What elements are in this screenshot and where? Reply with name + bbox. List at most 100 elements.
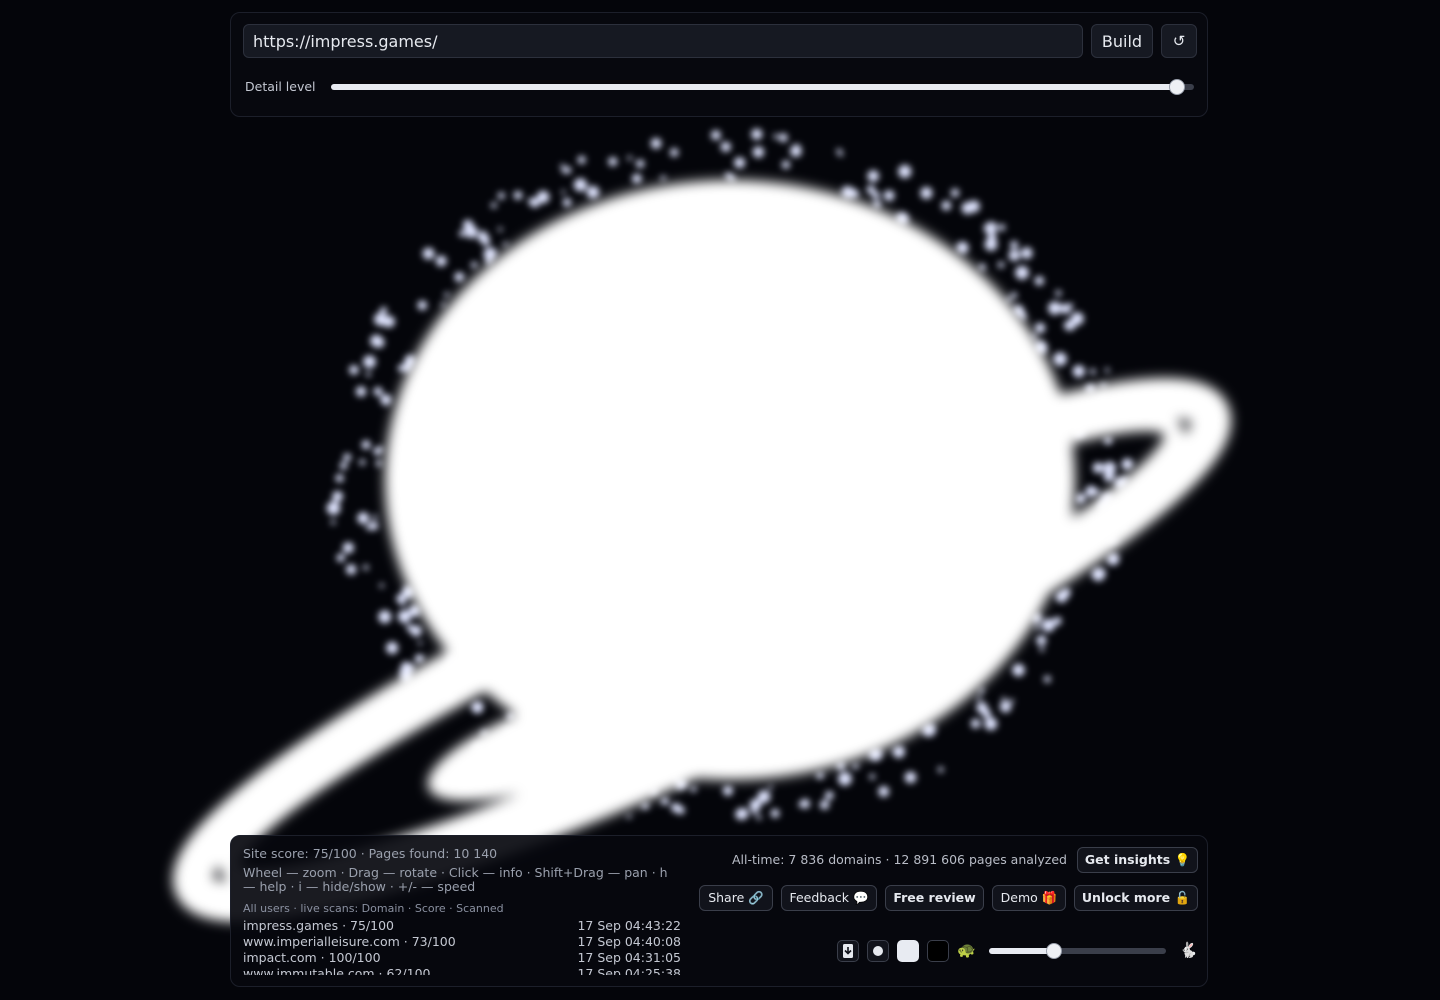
get-insights-button[interactable]: Get insights 💡 — [1077, 847, 1198, 873]
scan-domain: www.imperialleisure.com · 73/100 — [243, 934, 456, 949]
theme-dark-button[interactable] — [927, 940, 949, 962]
halo-particle — [379, 583, 384, 588]
halo-particle — [768, 785, 773, 790]
halo-particle — [773, 134, 779, 139]
halo-particle — [1015, 265, 1029, 280]
halo-particle — [1020, 247, 1033, 259]
halo-particle — [843, 186, 848, 191]
halo-particle — [1010, 241, 1019, 249]
halo-particle — [979, 689, 984, 694]
scan-domain: impact.com · 100/100 — [243, 950, 381, 965]
detail-level-slider[interactable] — [331, 79, 1194, 95]
detail-level-thumb[interactable] — [1168, 79, 1185, 95]
halo-particle — [660, 175, 666, 181]
halo-particle — [985, 221, 998, 234]
halo-particle — [378, 610, 392, 624]
halo-particle — [330, 519, 336, 525]
halo-particle — [1036, 635, 1047, 646]
halo-particle — [345, 564, 357, 575]
scan-time: 17 Sep 04:43:22 — [577, 918, 681, 933]
unlock-more-button[interactable]: Unlock more 🔓 — [1074, 885, 1198, 911]
site-score: Site score: 75/100 · Pages found: 10 140 — [243, 846, 498, 861]
halo-particle — [339, 462, 348, 470]
halo-particle — [690, 786, 697, 793]
halo-particle — [852, 763, 859, 770]
halo-particle — [498, 227, 503, 232]
feedback-button[interactable]: Feedback 💬 — [781, 885, 877, 911]
halo-particle — [444, 292, 450, 298]
list-item[interactable]: www.imperialleisure.com · 73/100 17 Sep … — [243, 934, 681, 950]
halo-particle — [998, 224, 1006, 231]
halo-particle — [1009, 699, 1014, 704]
halo-particle — [417, 300, 428, 311]
halo-particle — [1034, 625, 1040, 630]
halo-particle — [497, 192, 505, 200]
build-button[interactable]: Build — [1091, 24, 1153, 58]
halo-particle — [1010, 292, 1018, 299]
halo-particle — [1034, 276, 1045, 286]
scan-domain: www.immutable.com · 62/100 — [243, 966, 431, 975]
halo-particle — [573, 178, 588, 192]
halo-particle — [513, 191, 523, 200]
halo-particle — [734, 157, 746, 169]
halo-particle — [956, 241, 969, 254]
halo-particle — [987, 233, 997, 243]
halo-particle — [383, 315, 395, 328]
halo-particle — [825, 791, 834, 800]
halo-particle — [335, 474, 344, 483]
halo-particle — [1072, 365, 1086, 378]
halo-particle — [920, 187, 933, 199]
share-button[interactable]: Share 🔗 — [699, 885, 773, 911]
reset-button[interactable]: ↺ — [1161, 24, 1197, 58]
url-input[interactable] — [243, 24, 1083, 58]
halo-particle — [892, 745, 905, 758]
live-scans-header: All users · live scans: Domain · Score ·… — [243, 902, 504, 915]
scan-time: 17 Sep 04:40:08 — [577, 934, 681, 949]
list-item[interactable]: www.immutable.com · 62/100 17 Sep 04:25:… — [243, 966, 681, 975]
halo-particle — [363, 564, 369, 571]
demo-button[interactable]: Demo 🎁 — [992, 885, 1066, 911]
halo-particle — [1121, 458, 1134, 471]
dot-size-small-button[interactable] — [867, 940, 889, 962]
halo-particle — [735, 808, 747, 820]
halo-particle — [586, 185, 600, 199]
halo-particle — [454, 272, 465, 282]
halo-particle — [982, 709, 991, 719]
halo-particle — [781, 160, 791, 169]
halo-particle — [751, 128, 763, 140]
halo-particle — [632, 173, 642, 184]
halo-particle — [361, 440, 371, 450]
speed-slider[interactable] — [989, 943, 1166, 959]
free-review-button[interactable]: Free review — [885, 885, 984, 911]
halo-particle — [976, 695, 982, 701]
halo-particle — [484, 236, 490, 242]
halo-particle — [660, 797, 669, 806]
halo-particle — [790, 145, 802, 157]
halo-particle — [873, 200, 882, 209]
halo-particle — [878, 786, 890, 797]
dot-small-icon — [873, 946, 883, 956]
list-item[interactable]: impact.com · 100/100 17 Sep 04:31:05 — [243, 950, 681, 966]
halo-particle — [1012, 663, 1025, 677]
halo-particle — [470, 261, 478, 269]
halo-particle — [816, 771, 824, 780]
halo-particle — [343, 453, 352, 462]
halo-particle — [883, 190, 895, 202]
halo-particle — [414, 654, 424, 664]
list-item[interactable]: impress.games · 75/100 17 Sep 04:43:22 — [243, 918, 681, 934]
halo-particle — [471, 701, 484, 714]
halo-particle — [435, 255, 447, 267]
speed-thumb[interactable] — [1046, 943, 1063, 959]
halo-particle — [400, 601, 406, 607]
halo-particle — [636, 159, 645, 168]
halo-particle — [937, 766, 944, 773]
halo-particle — [999, 701, 1012, 713]
scan-time: 17 Sep 04:25:38 — [577, 966, 681, 975]
download-button[interactable] — [837, 940, 859, 962]
halo-particle — [676, 806, 685, 815]
halo-particle — [462, 219, 474, 231]
theme-light-button[interactable] — [897, 940, 919, 962]
halo-particle — [970, 718, 981, 729]
halo-particle — [778, 133, 788, 143]
halo-particle — [866, 185, 876, 194]
